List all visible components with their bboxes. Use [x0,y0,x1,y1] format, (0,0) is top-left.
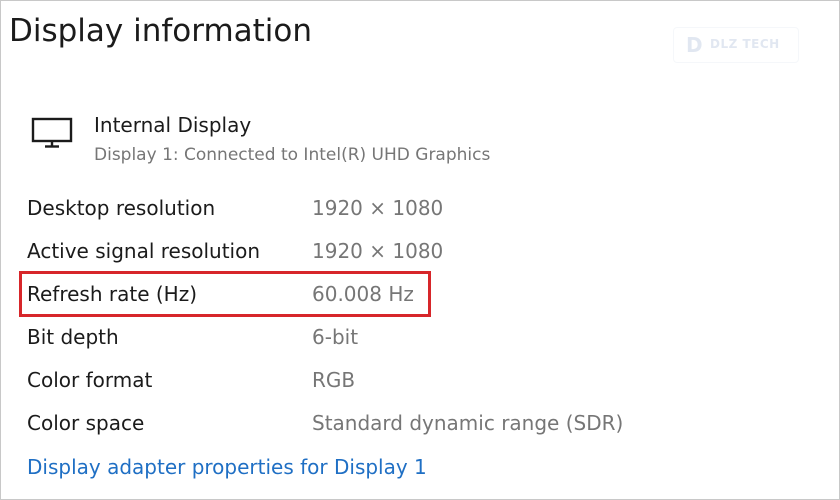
row-desktop-resolution: Desktop resolution 1920 × 1080 [27,196,747,226]
row-label: Color space [27,411,145,435]
row-label: Active signal resolution [27,239,261,263]
monitor-icon [31,117,73,148]
row-value: 1920 × 1080 [312,239,444,263]
row-value: RGB [312,368,356,392]
row-color-space: Color space Standard dynamic range (SDR) [27,411,747,441]
page-title: Display information [9,13,313,49]
display-adapter-properties-link[interactable]: Display adapter properties for Display 1 [27,455,427,479]
refresh-rate-highlight-box [19,271,431,317]
display-information-panel: Display information D DLZ TECH Internal … [0,0,840,500]
row-label: Bit depth [27,325,119,349]
row-bit-depth: Bit depth 6-bit [27,325,747,355]
row-label: Color format [27,368,153,392]
row-active-signal-resolution: Active signal resolution 1920 × 1080 [27,239,747,269]
row-value: Standard dynamic range (SDR) [312,411,624,435]
display-connection-info: Display 1: Connected to Intel(R) UHD Gra… [94,145,491,165]
watermark-mark: D [686,33,703,57]
watermark-logo: D DLZ TECH [673,27,799,63]
row-label: Desktop resolution [27,196,216,220]
row-value: 6-bit [312,325,359,349]
watermark-text: DLZ TECH [710,37,780,51]
row-value: 1920 × 1080 [312,196,444,220]
display-name: Internal Display [94,113,252,137]
row-color-format: Color format RGB [27,368,747,398]
